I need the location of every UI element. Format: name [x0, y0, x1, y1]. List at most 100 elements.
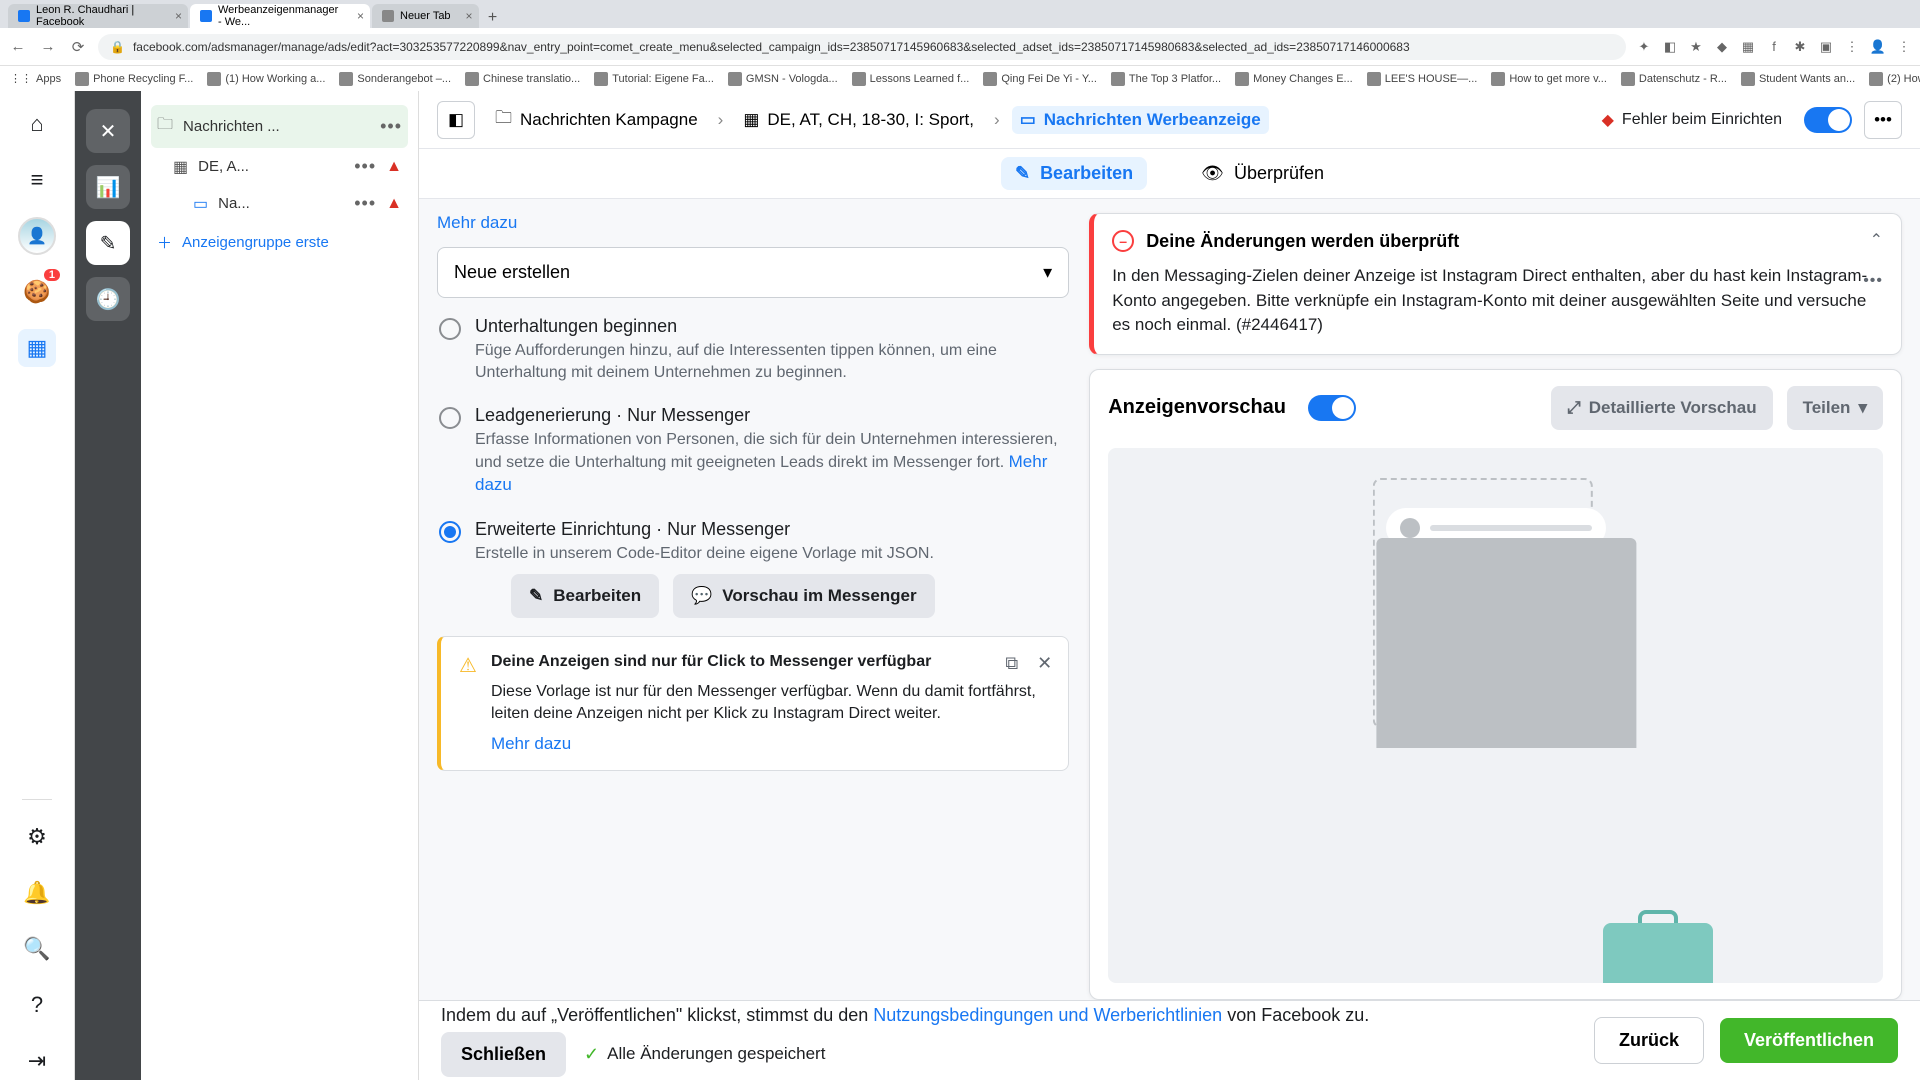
- form-column: Mehr dazu Neue erstellen ▾ Unterhaltunge…: [437, 213, 1069, 1000]
- more-icon[interactable]: •••: [354, 156, 376, 177]
- bookmark[interactable]: Datenschutz - R...: [1621, 72, 1727, 86]
- browser-tab[interactable]: Leon R. Chaudhari | Facebook×: [8, 4, 188, 28]
- gear-icon[interactable]: ⚙: [18, 818, 56, 856]
- preview-toggle[interactable]: [1308, 395, 1356, 421]
- preview-canvas: [1108, 448, 1883, 983]
- close-icon[interactable]: ✕: [86, 109, 130, 153]
- publish-button[interactable]: Veröffentlichen: [1720, 1018, 1898, 1063]
- bookmark[interactable]: Student Wants an...: [1741, 72, 1855, 86]
- radio-icon[interactable]: [439, 521, 461, 543]
- bookmark[interactable]: (1) How Working a...: [207, 72, 325, 86]
- bookmark[interactable]: LEE'S HOUSE—...: [1367, 72, 1478, 86]
- bell-icon[interactable]: 🔔: [18, 874, 56, 912]
- ext-icon[interactable]: ▦: [1740, 39, 1756, 55]
- reload-icon[interactable]: ⟳: [68, 38, 88, 56]
- tree-ad[interactable]: ▭ Na... ••• ▲: [151, 185, 408, 222]
- tree-adset[interactable]: ▦ DE, A... ••• ▲: [151, 148, 408, 185]
- close-icon[interactable]: ×: [357, 9, 364, 23]
- active-toggle[interactable]: [1804, 107, 1852, 133]
- tab-edit[interactable]: ✎Bearbeiten: [1001, 157, 1147, 190]
- ext-icon[interactable]: ✱: [1792, 39, 1808, 55]
- close-icon[interactable]: ✕: [1037, 653, 1052, 674]
- bookmark[interactable]: How to get more v...: [1491, 72, 1607, 86]
- bookmark[interactable]: (2) How To Add A...: [1869, 72, 1920, 86]
- home-icon[interactable]: ⌂: [18, 105, 56, 143]
- bookmark[interactable]: Chinese translatio...: [465, 72, 580, 86]
- bookmark[interactable]: Qing Fei De Yi - Y...: [983, 72, 1097, 86]
- error-icon: ◆: [1602, 110, 1614, 130]
- bookmark[interactable]: Money Changes E...: [1235, 72, 1353, 86]
- chevron-down-icon: ▾: [1043, 262, 1052, 283]
- warning-card: ⚠ Deine Anzeigen sind nur für Click to M…: [437, 636, 1069, 771]
- chart-icon[interactable]: 📊: [86, 165, 130, 209]
- ext-icon[interactable]: ▣: [1818, 39, 1834, 55]
- bookmarks-bar: ⋮⋮ Apps Phone Recycling F... (1) How Wor…: [0, 65, 1920, 91]
- avatar-icon[interactable]: 👤: [1870, 39, 1886, 55]
- bookmark[interactable]: Lessons Learned f...: [852, 72, 970, 86]
- terms-link[interactable]: Nutzungsbedingungen und Werberichtlinien: [873, 1005, 1222, 1025]
- more-link[interactable]: Mehr dazu: [491, 734, 1050, 754]
- collapse-icon[interactable]: ⇥: [18, 1042, 56, 1080]
- crumb-ad[interactable]: ▭Nachrichten Werbeanzeige: [1012, 106, 1269, 134]
- bookmark[interactable]: Phone Recycling F...: [75, 72, 193, 86]
- ext-icon[interactable]: ◧: [1662, 39, 1678, 55]
- bookmark[interactable]: GMSN - Vologda...: [728, 72, 838, 86]
- radio-option-start-conv[interactable]: Unterhaltungen beginnen Füge Aufforderun…: [439, 316, 1067, 383]
- pencil-icon[interactable]: ✎: [86, 221, 130, 265]
- crumb-adset[interactable]: ▦DE, AT, CH, 18-30, I: Sport,: [735, 106, 982, 134]
- preview-card: Anzeigenvorschau ⤢Detaillierte Vorschau …: [1089, 369, 1902, 1000]
- template-select[interactable]: Neue erstellen ▾: [437, 247, 1069, 298]
- more-icon[interactable]: •••: [1863, 272, 1883, 290]
- back-icon[interactable]: ←: [8, 38, 28, 55]
- more-icon[interactable]: •••: [1864, 101, 1902, 139]
- grid-icon[interactable]: ▦: [18, 329, 56, 367]
- preview-messenger-button[interactable]: 💬Vorschau im Messenger: [673, 574, 935, 618]
- search-icon[interactable]: 🔍: [18, 930, 56, 968]
- more-link[interactable]: Mehr dazu: [437, 213, 1069, 233]
- ext-icon[interactable]: f: [1766, 39, 1782, 55]
- bookmark[interactable]: Tutorial: Eigene Fa...: [594, 72, 714, 86]
- ext-icon[interactable]: ★: [1688, 39, 1704, 55]
- radio-icon[interactable]: [439, 318, 461, 340]
- close-icon[interactable]: ×: [466, 9, 473, 23]
- ext-icon[interactable]: ⋮: [1844, 39, 1860, 55]
- subbar: ✎Bearbeiten 👁Überprüfen: [419, 149, 1920, 199]
- more-icon[interactable]: •••: [380, 116, 402, 137]
- help-icon[interactable]: ?: [18, 986, 56, 1024]
- tree-campaign[interactable]: 🗀 Nachrichten ... •••: [151, 105, 408, 148]
- edit-button[interactable]: ✎Bearbeiten: [511, 574, 659, 618]
- feedback-icon[interactable]: ⧉: [1005, 653, 1018, 674]
- tab-review[interactable]: 👁Überprüfen: [1187, 157, 1338, 190]
- ext-icon[interactable]: ◆: [1714, 39, 1730, 55]
- cookie-icon[interactable]: 🍪1: [18, 273, 56, 311]
- url-input[interactable]: 🔒facebook.com/adsmanager/manage/ads/edit…: [98, 34, 1626, 60]
- menu-icon[interactable]: ⋮: [1896, 39, 1912, 55]
- bookmark[interactable]: Sonderangebot –...: [339, 72, 451, 86]
- avatar[interactable]: 👤: [18, 217, 56, 255]
- add-adgroup-button[interactable]: ＋ Anzeigengruppe erste: [151, 222, 408, 263]
- detailed-preview-button[interactable]: ⤢Detaillierte Vorschau: [1551, 386, 1772, 430]
- apps-button[interactable]: ⋮⋮ Apps: [10, 72, 61, 85]
- chevron-up-icon[interactable]: ⌃: [1870, 230, 1883, 250]
- new-tab-button[interactable]: +: [481, 8, 505, 28]
- share-button[interactable]: Teilen▾: [1787, 386, 1883, 430]
- ext-icon[interactable]: ✦: [1636, 39, 1652, 55]
- radio-icon[interactable]: [439, 407, 461, 429]
- browser-tab[interactable]: Neuer Tab×: [372, 4, 479, 28]
- radio-option-leadgen[interactable]: Leadgenerierung · Nur Messenger Erfasse …: [439, 405, 1067, 496]
- radio-option-advanced[interactable]: Erweiterte Einrichtung · Nur Messenger E…: [439, 519, 1067, 619]
- clock-icon[interactable]: 🕘: [86, 277, 130, 321]
- menu-icon[interactable]: ≡: [18, 161, 56, 199]
- eye-icon: 👁: [1201, 163, 1224, 184]
- forward-icon[interactable]: →: [38, 38, 58, 55]
- browser-chrome: Leon R. Chaudhari | Facebook× Werbeanzei…: [0, 0, 1920, 65]
- bookmark[interactable]: The Top 3 Platfor...: [1111, 72, 1221, 86]
- close-button[interactable]: Schließen: [441, 1032, 566, 1077]
- more-icon[interactable]: •••: [354, 193, 376, 214]
- placeholder-suitcase: [1603, 923, 1713, 983]
- crumb-campaign[interactable]: 🗀Nachrichten Kampagne: [487, 101, 706, 138]
- back-button[interactable]: Zurück: [1594, 1017, 1704, 1064]
- close-icon[interactable]: ×: [175, 9, 182, 23]
- browser-tab-active[interactable]: Werbeanzeigenmanager - We...×: [190, 4, 370, 28]
- panel-icon[interactable]: ◧: [437, 101, 475, 139]
